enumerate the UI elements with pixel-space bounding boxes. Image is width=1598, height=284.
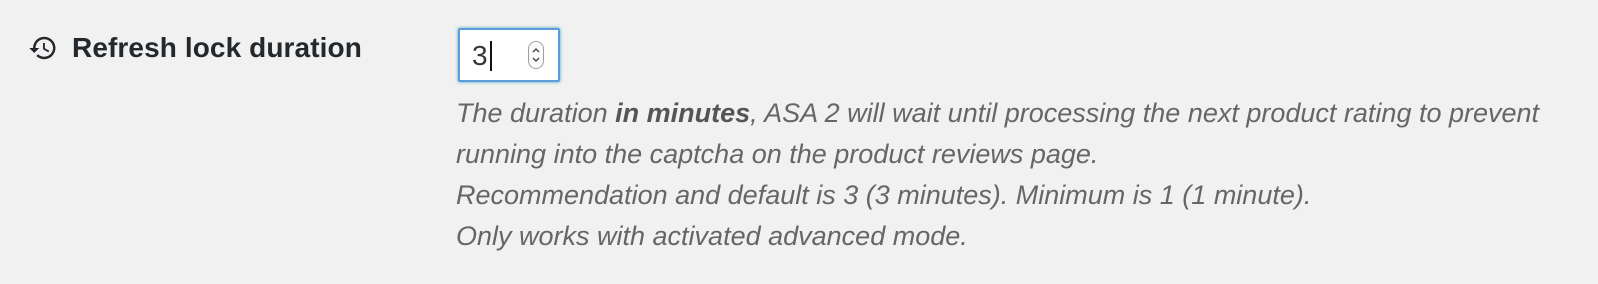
- setting-description: The duration in minutes, ASA 2 will wait…: [456, 93, 1586, 257]
- description-line-1: The duration in minutes, ASA 2 will wait…: [456, 98, 1540, 169]
- description-emphasis: in minutes: [615, 98, 751, 128]
- description-line-2: Recommendation and default is 3 (3 minut…: [456, 180, 1312, 210]
- setting-label-group: Refresh lock duration: [28, 32, 362, 64]
- description-line-3: Only works with activated advanced mode.: [456, 221, 968, 251]
- setting-label: Refresh lock duration: [72, 32, 362, 63]
- setting-row: Refresh lock duration 3 The duration in …: [0, 0, 1598, 284]
- number-spinner[interactable]: [528, 41, 544, 69]
- refresh-lock-duration-input[interactable]: 3: [458, 28, 560, 82]
- input-value: 3: [472, 40, 488, 71]
- history-icon: [28, 33, 58, 63]
- text-caret: [490, 41, 492, 71]
